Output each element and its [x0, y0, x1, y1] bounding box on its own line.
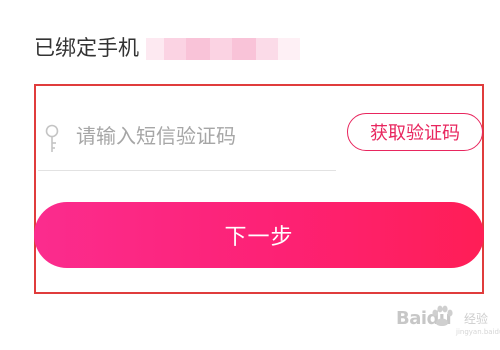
mask-block [278, 38, 300, 60]
mask-block [164, 38, 186, 60]
mask-block [146, 38, 164, 60]
mask-block [210, 38, 232, 60]
paw-icon [430, 304, 454, 330]
mask-block [232, 38, 256, 60]
masked-phone-number [146, 38, 300, 60]
verification-code-row [38, 106, 336, 171]
watermark-url: jingyan.baidu.com [456, 328, 500, 336]
key-icon [44, 124, 64, 154]
baidu-jingyan-watermark: Baidu 经验 jingyan.baidu.com [378, 298, 500, 342]
mask-block [186, 38, 210, 60]
mask-block [256, 38, 278, 60]
bound-phone-label: 已绑定手机 [34, 36, 139, 60]
get-code-button[interactable]: 获取验证码 [347, 113, 483, 151]
next-step-button[interactable]: 下一步 [34, 202, 484, 268]
verification-code-input[interactable] [76, 118, 326, 154]
watermark-sub: 经验 [464, 312, 489, 326]
